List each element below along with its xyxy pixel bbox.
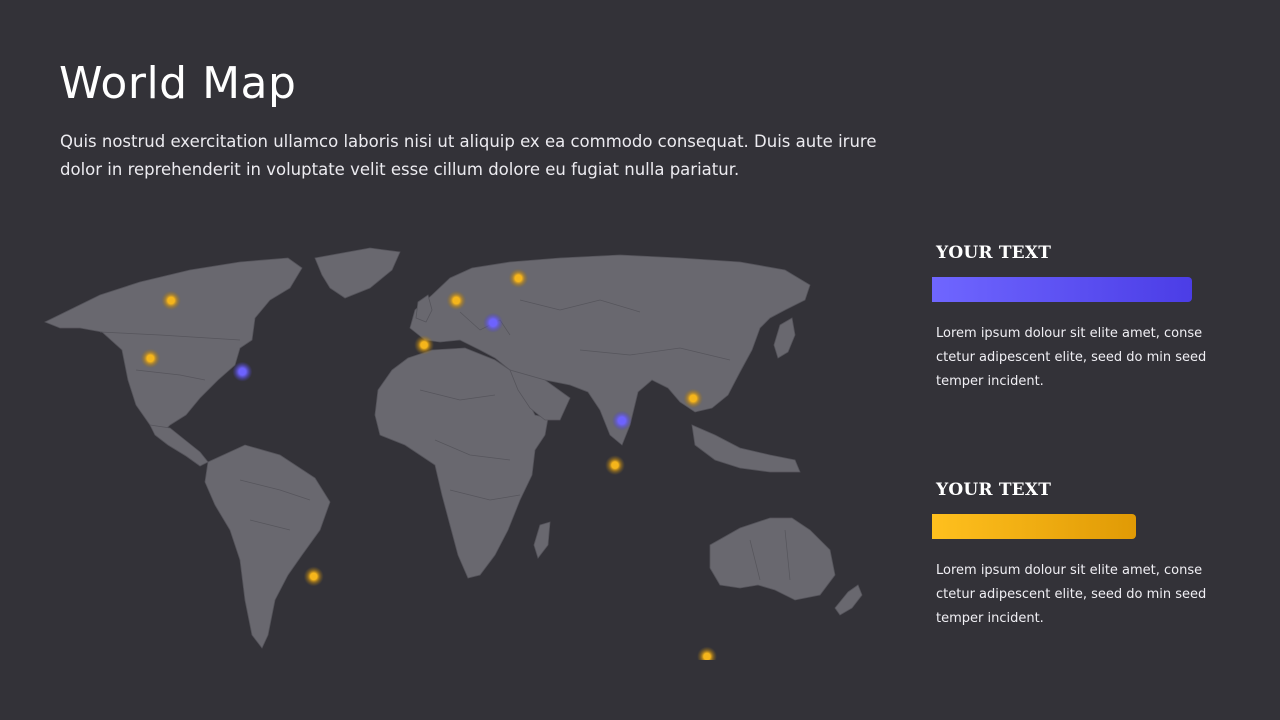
madagascar-shape	[533, 521, 551, 559]
new-zealand-shape	[834, 584, 863, 616]
progress-bar-blue	[932, 277, 1192, 302]
map-marker-ukraine[interactable]	[489, 319, 497, 327]
map-marker-brazil[interactable]	[310, 572, 318, 580]
map-marker-usa-east[interactable]	[238, 368, 246, 376]
map-marker-california[interactable]	[146, 354, 154, 362]
australia-shape	[709, 517, 836, 601]
map-marker-china-east[interactable]	[689, 394, 697, 402]
japan-shape	[773, 317, 796, 359]
bar-track	[932, 277, 1192, 302]
world-map	[40, 240, 880, 660]
page-subtitle: Quis nostrud exercitation ullamco labori…	[60, 132, 877, 179]
legend-panel-1: YOUR TEXT Lorem ipsum dolour sit elite a…	[932, 243, 1232, 394]
page-title: World Map	[59, 58, 297, 109]
map-marker-india-south[interactable]	[611, 461, 619, 469]
map-marker-australia-west[interactable]	[703, 653, 711, 660]
panel-heading: YOUR TEXT	[936, 243, 1052, 263]
map-marker-spain[interactable]	[420, 341, 428, 349]
north-america-shape	[44, 257, 303, 436]
greenland-shape	[314, 247, 401, 299]
panel-text: Lorem ipsum dolour sit elite amet, conse…	[936, 563, 1207, 626]
progress-bar-yellow	[932, 514, 1137, 539]
map-marker-germany[interactable]	[452, 297, 460, 304]
panel-heading: YOUR TEXT	[936, 480, 1052, 500]
map-marker-india-north[interactable]	[618, 417, 626, 425]
bar-track	[932, 514, 1192, 539]
central-america-shape	[149, 424, 209, 467]
map-marker-canada[interactable]	[167, 297, 175, 304]
legend-panel-2: YOUR TEXT Lorem ipsum dolour sit elite a…	[932, 480, 1232, 631]
map-marker-russia-west[interactable]	[514, 274, 522, 282]
southeast-asia-shape	[691, 424, 801, 473]
panel-text: Lorem ipsum dolour sit elite amet, conse…	[936, 326, 1207, 389]
south-america-shape	[204, 444, 331, 649]
